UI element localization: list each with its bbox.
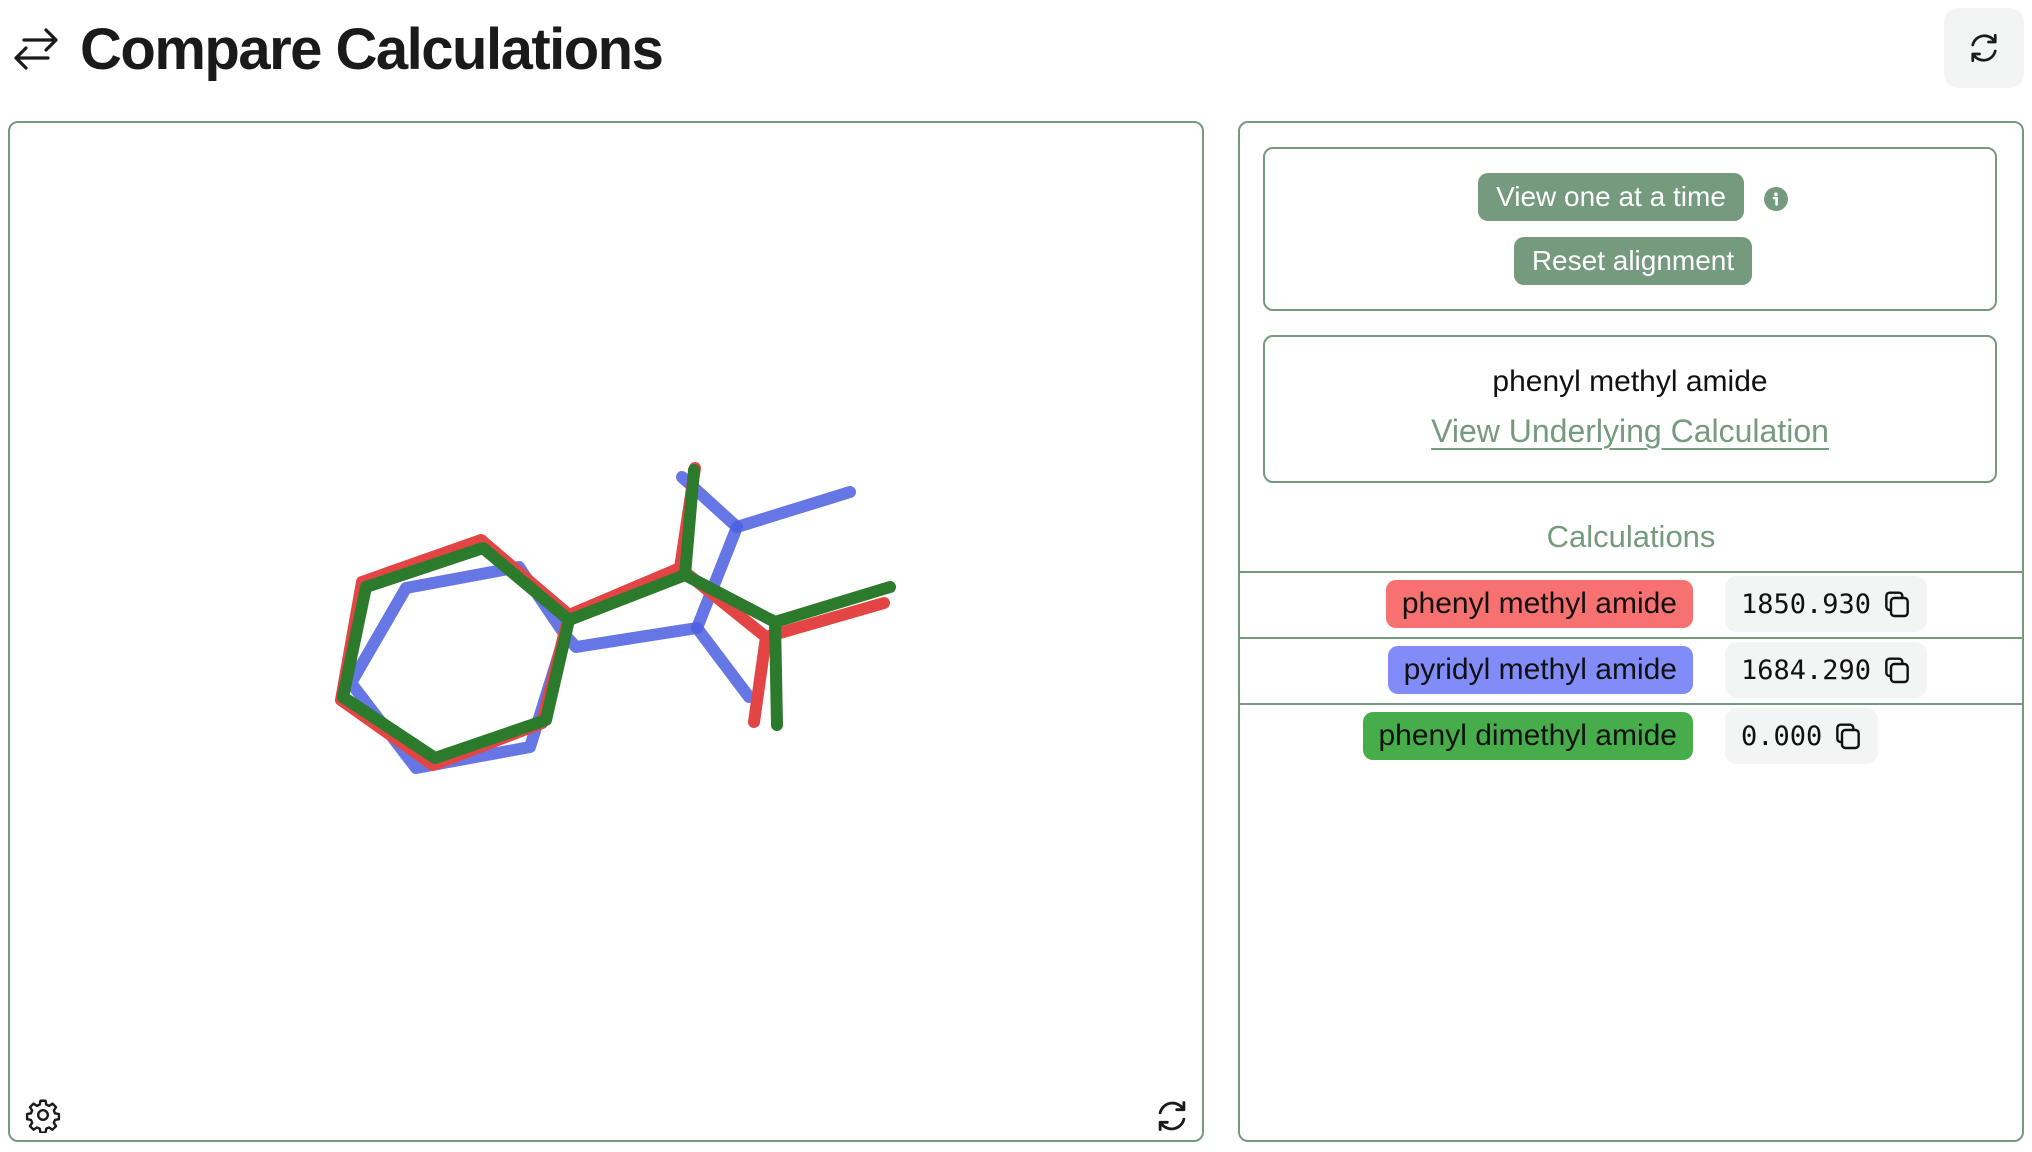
reset-view-icon[interactable]	[1153, 1097, 1191, 1135]
bond	[676, 471, 743, 533]
info-icon[interactable]	[1764, 187, 1788, 211]
view-one-at-a-time-button[interactable]: View one at a time	[1478, 173, 1744, 221]
bond	[748, 631, 772, 728]
copy-icon[interactable]	[1881, 654, 1913, 686]
bond	[674, 562, 890, 643]
molecule-viewer[interactable]	[8, 121, 1204, 1142]
bond	[563, 462, 701, 621]
bond	[691, 486, 856, 634]
bond	[345, 561, 571, 774]
molecule-phenyl-dimethyl-amide	[337, 464, 896, 764]
calculation-value: 0.000	[1725, 708, 1879, 764]
calculations-header: Calculations	[1546, 519, 1716, 554]
value-text: 1850.930	[1741, 588, 1872, 620]
bond	[679, 569, 896, 628]
molecule-phenyl-methyl-amide	[335, 462, 890, 771]
alignment-controls: View one at a time Reset alignment	[1263, 147, 1997, 311]
value-text: 1684.290	[1741, 654, 1872, 686]
copy-icon[interactable]	[1832, 720, 1864, 752]
bond	[563, 464, 700, 626]
selected-calculation-name: phenyl methyl amide	[1492, 365, 1768, 398]
calculation-row[interactable]: phenyl methyl amide 1850.930	[1240, 573, 2022, 637]
comparison-sidebar: View one at a time Reset alignment pheny…	[1238, 121, 2024, 1142]
value-text: 0.000	[1741, 720, 1823, 752]
page-title: Compare Calculations	[80, 17, 664, 82]
view-underlying-calculation-link[interactable]: View Underlying Calculation	[1431, 413, 1829, 449]
calculation-badge[interactable]: phenyl methyl amide	[1385, 580, 1693, 628]
bond	[769, 616, 783, 731]
molecule-pyridyl-methyl-amide	[345, 471, 856, 774]
refresh-button[interactable]	[1944, 8, 2024, 88]
arrows-left-right-icon	[14, 28, 58, 70]
selected-calculation-card: phenyl methyl amide View Underlying Calc…	[1263, 335, 1997, 483]
copy-icon[interactable]	[1881, 588, 1913, 620]
bond	[335, 534, 575, 771]
calculation-row[interactable]: phenyl dimethyl amide 0.000	[1240, 705, 2022, 769]
calculation-row[interactable]: pyridyl methyl amide 1684.290	[1240, 639, 2022, 703]
refresh-icon	[1971, 33, 1997, 63]
calculation-badge[interactable]: pyridyl methyl amide	[1387, 646, 1693, 694]
bond	[559, 622, 755, 703]
calculation-badge[interactable]: phenyl dimethyl amide	[1362, 712, 1693, 760]
gear-icon[interactable]	[25, 1097, 61, 1133]
bond	[337, 542, 575, 764]
calculation-value: 1684.290	[1725, 642, 1928, 698]
reset-alignment-button[interactable]: Reset alignment	[1514, 237, 1752, 285]
calculation-value: 1850.930	[1725, 576, 1928, 632]
